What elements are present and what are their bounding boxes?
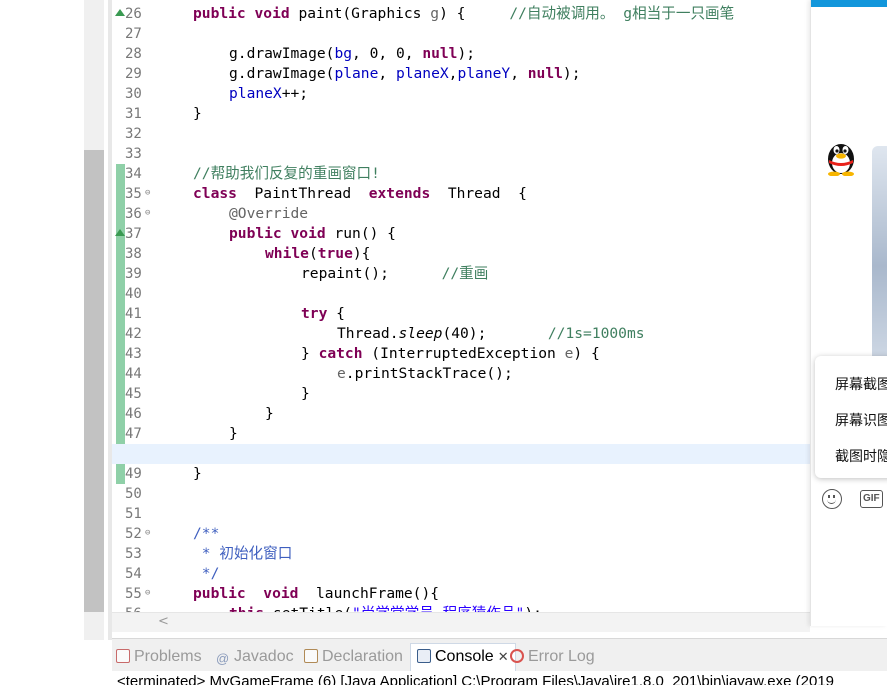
menu-item-screenshot[interactable]: 屏幕截图 [835, 374, 887, 394]
tab-label: Error Log [528, 648, 595, 665]
error-log-icon [510, 649, 524, 663]
editor-horizontal-scrollbar[interactable]: < [112, 612, 810, 632]
close-icon[interactable]: ✕ [498, 649, 509, 664]
javadoc-icon: @ [216, 651, 230, 666]
code-text[interactable]: * 初始化窗口 [193, 544, 293, 564]
tab-error-log[interactable]: Error Log [510, 644, 595, 672]
code-text[interactable]: class PaintThread extends Thread { [193, 184, 527, 204]
code-line[interactable]: public void run() { [112, 224, 810, 244]
code-text[interactable]: */ [193, 564, 220, 584]
console-icon [417, 649, 431, 663]
code-line[interactable]: Thread.sleep(40); //1s=1000ms [112, 324, 810, 344]
code-text[interactable]: } [301, 384, 310, 404]
code-editor[interactable]: 26 27 28 29 30 31 32 33 34 35 ⊖ 36 ⊖ 37 38 39 40 41 42 43 44… [112, 0, 810, 612]
code-text[interactable]: } catch (InterruptedException e) { [301, 344, 600, 364]
tab-problems[interactable]: Problems [116, 644, 202, 672]
menu-item-image-recognition[interactable]: 屏幕识图 [835, 410, 887, 430]
overview-scroll-thumb[interactable] [84, 150, 104, 612]
code-line[interactable] [112, 124, 810, 144]
tab-declaration[interactable]: Declaration [304, 644, 403, 672]
chat-panel: 屏幕截图 屏幕识图 截图时隐 GIF [810, 0, 887, 626]
code-text[interactable]: } [193, 104, 202, 124]
code-text[interactable]: Thread.sleep(40); //1s=1000ms [337, 324, 645, 344]
code-line[interactable]: e.printStackTrace(); [112, 364, 810, 384]
code-line[interactable]: this.setTitle("尚学堂学员_程序猿作品"); [112, 604, 810, 612]
tab-label: Problems [134, 648, 202, 665]
problems-icon [116, 649, 130, 663]
code-text[interactable]: } [193, 464, 202, 484]
code-line[interactable]: } [112, 464, 810, 484]
code-line[interactable]: } [112, 404, 810, 424]
code-line[interactable]: //帮助我们反复的重画窗口! [112, 164, 810, 184]
tab-label: Javadoc [234, 648, 294, 665]
menu-item-hide-on-screenshot[interactable]: 截图时隐 [835, 446, 887, 466]
code-line[interactable]: planeX++; [112, 84, 810, 104]
code-text[interactable]: e.printStackTrace(); [337, 364, 513, 384]
code-text[interactable]: repaint(); //重画 [301, 264, 488, 284]
tab-label: Declaration [322, 648, 403, 665]
code-line[interactable] [112, 444, 810, 464]
code-text[interactable]: g.drawImage(bg, 0, 0, null); [229, 44, 475, 64]
code-line[interactable] [112, 144, 810, 164]
code-text[interactable]: //帮助我们反复的重画窗口! [193, 164, 380, 184]
left-overview-strip [0, 0, 112, 640]
code-text[interactable]: } [229, 424, 238, 444]
tab-javadoc[interactable]: @ Javadoc [216, 644, 294, 672]
code-text[interactable]: while(true){ [265, 244, 370, 264]
tab-label: Console [435, 648, 494, 665]
code-line[interactable]: } catch (InterruptedException e) { [112, 344, 810, 364]
code-line[interactable]: */ [112, 564, 810, 584]
code-line[interactable]: public void launchFrame(){ [112, 584, 810, 604]
gif-icon[interactable]: GIF [860, 490, 883, 508]
code-line[interactable] [112, 484, 810, 504]
qq-penguin-avatar-icon[interactable] [824, 138, 858, 176]
code-text[interactable]: @Override [229, 204, 308, 224]
chat-title-bar [811, 0, 887, 7]
scroll-left-icon[interactable]: < [158, 614, 169, 629]
code-line[interactable]: g.drawImage(plane, planeX,planeY, null); [112, 64, 810, 84]
code-line[interactable]: } [112, 424, 810, 444]
code-line[interactable]: @Override [112, 204, 810, 224]
code-line[interactable]: while(true){ [112, 244, 810, 264]
console-status-line: <terminated> MyGameFrame (6) [Java Appli… [112, 671, 887, 685]
code-text[interactable]: public void paint(Graphics g) { //自动被调用。… [193, 4, 734, 24]
code-line[interactable] [112, 24, 810, 44]
code-line[interactable]: /** [112, 524, 810, 544]
code-text[interactable]: } [265, 404, 274, 424]
code-text[interactable]: try { [301, 304, 345, 324]
code-line[interactable]: g.drawImage(bg, 0, 0, null); [112, 44, 810, 64]
code-line[interactable]: class PaintThread extends Thread { [112, 184, 810, 204]
code-line[interactable]: * 初始化窗口 [112, 544, 810, 564]
emoji-icon[interactable] [822, 489, 842, 509]
tab-console[interactable]: Console ✕ [410, 643, 516, 671]
bottom-view-tabs: Problems @ Javadoc Declaration Console ✕ Error… [112, 638, 887, 671]
code-text[interactable]: public void launchFrame(){ [193, 584, 439, 604]
code-text[interactable]: public void run() { [229, 224, 396, 244]
declaration-icon [304, 649, 318, 663]
code-line[interactable]: } [112, 104, 810, 124]
code-line[interactable] [112, 284, 810, 304]
code-text[interactable]: planeX++; [229, 84, 308, 104]
code-text[interactable]: /** [193, 524, 219, 544]
code-text[interactable]: g.drawImage(plane, planeX,planeY, null); [229, 64, 581, 84]
chat-toolbar: GIF [811, 488, 887, 512]
code-line[interactable]: repaint(); //重画 [112, 264, 810, 284]
code-text[interactable]: this.setTitle("尚学堂学员_程序猿作品"); [229, 604, 542, 612]
code-line[interactable] [112, 504, 810, 524]
code-line[interactable]: } [112, 384, 810, 404]
screenshot-context-menu: 屏幕截图 屏幕识图 截图时隐 [815, 356, 887, 478]
code-line[interactable]: try { [112, 304, 810, 324]
code-line[interactable]: public void paint(Graphics g) { //自动被调用。… [112, 4, 810, 24]
